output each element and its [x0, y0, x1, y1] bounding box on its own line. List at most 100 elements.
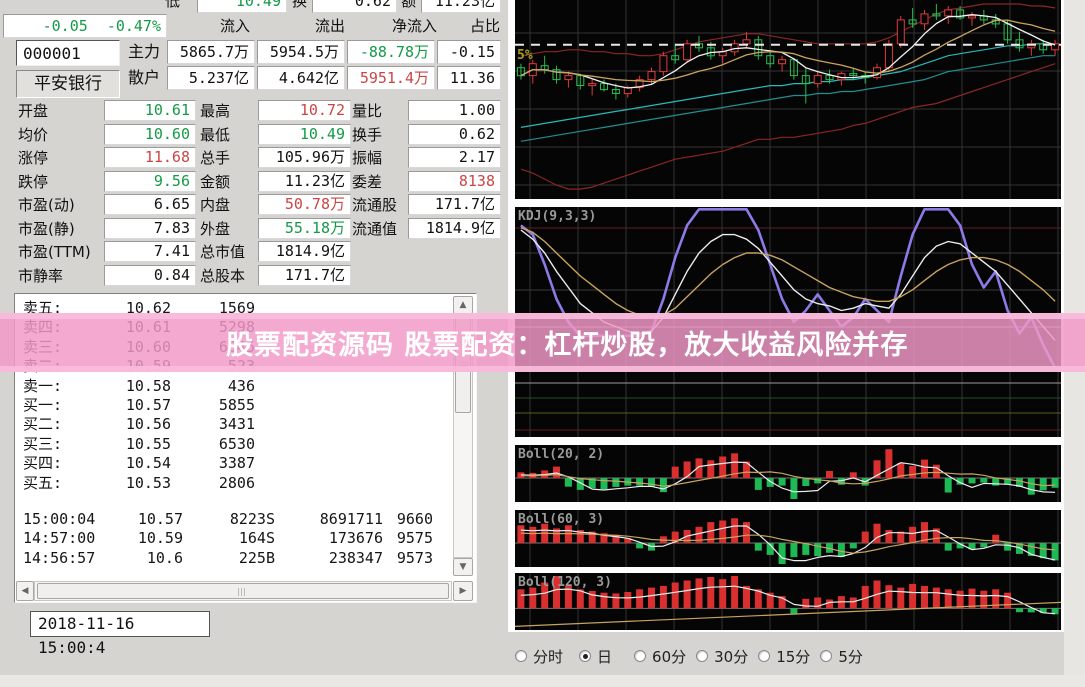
retail-outflow: 4.642亿: [257, 66, 345, 90]
period-label: 分时: [533, 646, 563, 667]
quote-field-value: 7.83: [104, 218, 196, 239]
quote-field-value: 10.49: [258, 124, 351, 145]
datetime-display: 2018-11-16 15:00:4: [30, 611, 210, 637]
quote-field-value: 1.00: [408, 100, 501, 121]
quote-grid-row: 市盈(TTM)7.41总市值1814.9亿: [0, 241, 510, 265]
main-force-inflow: 5865.7万: [167, 40, 255, 64]
horizontal-scroll-thumb[interactable]: [37, 583, 449, 599]
quote-field-value: 105.96万: [258, 147, 351, 168]
list-cell: 6530: [171, 435, 255, 454]
radio-icon[interactable]: [579, 650, 591, 662]
stock-code-input[interactable]: [16, 40, 120, 66]
quote-grid-row: 跌停9.56金额11.23亿委差8138: [0, 171, 510, 195]
tick-row[interactable]: 14:56:5710.6225B2383479573: [17, 549, 447, 568]
quote-field-value: 171.7亿: [408, 194, 501, 215]
list-cell: 卖一:: [23, 377, 83, 396]
orderbook-row[interactable]: 买二:10.563431: [17, 415, 447, 434]
list-cell: 2806: [171, 474, 255, 493]
period-option-4[interactable]: 30分: [696, 646, 748, 667]
list-cell: 10.55: [83, 435, 171, 454]
list-cell: 173676: [275, 529, 383, 548]
radio-icon[interactable]: [696, 650, 708, 662]
horizontal-scrollbar[interactable]: [34, 581, 452, 601]
stock-name-label: 平安银行: [16, 70, 120, 98]
radio-icon[interactable]: [515, 650, 527, 662]
ref-line-label: 5%: [517, 48, 533, 63]
quote-field-value: 0.62: [408, 124, 501, 145]
scroll-left-button[interactable]: ◀: [16, 581, 34, 601]
quote-field-label: 总手: [200, 147, 256, 169]
list-cell: 8223S: [183, 510, 275, 529]
scroll-up-button[interactable]: ▲: [453, 296, 473, 314]
orderbook-row[interactable]: 卖一:10.58436: [17, 377, 447, 396]
orderbook-row[interactable]: 买一:10.575855: [17, 396, 447, 415]
quote-field-value: 1814.9亿: [408, 218, 501, 239]
tick-row[interactable]: 15:00:0410.578223S86917119660: [17, 510, 447, 529]
main-candlestick-chart[interactable]: 5%: [515, 0, 1061, 199]
scroll-right-button[interactable]: ▶: [453, 581, 473, 601]
quote-field-label: 总市值: [200, 241, 256, 263]
main-force-label: 主力: [128, 40, 160, 64]
list-cell: 9575: [383, 529, 433, 548]
list-cell: 10.57: [103, 510, 183, 529]
quote-field-label: 开盘: [18, 100, 102, 122]
radio-icon[interactable]: [634, 650, 646, 662]
quote-field-label: 流通股: [352, 194, 406, 216]
boll120-label: Boll(120, 3): [518, 575, 612, 590]
quote-field-value: 0.84: [104, 265, 196, 286]
quote-grid-row: 市静率0.84总股本171.7亿: [0, 265, 510, 289]
orderbook-row[interactable]: 买五:10.532806: [17, 474, 447, 493]
main-force-net: -88.78万: [347, 40, 435, 64]
list-cell: 164S: [183, 529, 275, 548]
list-cell: 买一:: [23, 396, 83, 415]
list-cell: 10.58: [83, 377, 171, 396]
retail-net: 5951.4万: [347, 66, 435, 90]
tick-row[interactable]: 14:57:0010.59164S1736769575: [17, 529, 447, 548]
quote-field-label: 金额: [200, 171, 256, 193]
bottom-strip: [0, 675, 1085, 687]
quote-grid-row: 市盈(静)7.83外盘55.18万流通值1814.9亿: [0, 218, 510, 242]
quote-field-label: 市盈(动): [18, 194, 102, 216]
list-cell: 14:57:00: [23, 529, 103, 548]
quote-field-label: 换手: [352, 124, 406, 146]
period-option-2[interactable]: 日: [579, 646, 612, 667]
turnover-label: 换: [292, 0, 307, 13]
retail-inflow: 5.237亿: [167, 66, 255, 90]
quote-field-label: 振幅: [352, 147, 406, 169]
quote-field-label: 内盘: [200, 194, 256, 216]
list-cell: 10.59: [103, 529, 183, 548]
period-option-5[interactable]: 15分: [758, 646, 810, 667]
change-percent: -0.47%: [107, 17, 161, 35]
period-label: 5分: [838, 646, 863, 667]
low-label: 低: [165, 0, 180, 13]
orderbook-row[interactable]: 买三:10.556530: [17, 435, 447, 454]
list-cell: 14:56:57: [23, 549, 103, 568]
period-option-1[interactable]: 分时: [515, 646, 563, 667]
change-value: -0.05: [43, 17, 88, 35]
flow-header-in: 流入: [180, 14, 250, 38]
boll120-indicator-chart[interactable]: Boll(120, 3): [515, 573, 1061, 630]
quote-field-value: 11.68: [104, 147, 196, 168]
quote-field-label: 涨停: [18, 147, 102, 169]
flow-header-out: 流出: [275, 14, 345, 38]
quote-field-value: 10.60: [104, 124, 196, 145]
list-cell: 8691711: [275, 510, 383, 529]
flow-header-ratio: 占比: [437, 14, 500, 38]
list-cell: 买二:: [23, 415, 83, 434]
quote-field-label: 流通值: [352, 218, 406, 240]
radio-icon[interactable]: [758, 650, 770, 662]
orderbook-row[interactable]: 买四:10.543387: [17, 454, 447, 473]
period-option-6[interactable]: 5分: [820, 646, 863, 667]
period-option-3[interactable]: 60分: [634, 646, 686, 667]
boll20-label: Boll(20, 2): [518, 447, 604, 462]
scroll-down-button[interactable]: ▼: [453, 558, 473, 576]
boll60-indicator-chart[interactable]: Boll(60, 3): [515, 510, 1061, 567]
radio-icon[interactable]: [820, 650, 832, 662]
boll20-indicator-chart[interactable]: Boll(20, 2): [515, 445, 1061, 502]
quote-grid-row: 市盈(动)6.65内盘50.78万流通股171.7亿: [0, 194, 510, 218]
list-cell: 买五:: [23, 474, 83, 493]
change-box: -0.05 -0.47%: [3, 14, 167, 38]
list-cell: 10.56: [83, 415, 171, 434]
quote-field-label: 最高: [200, 100, 256, 122]
list-cell: 3431: [171, 415, 255, 434]
